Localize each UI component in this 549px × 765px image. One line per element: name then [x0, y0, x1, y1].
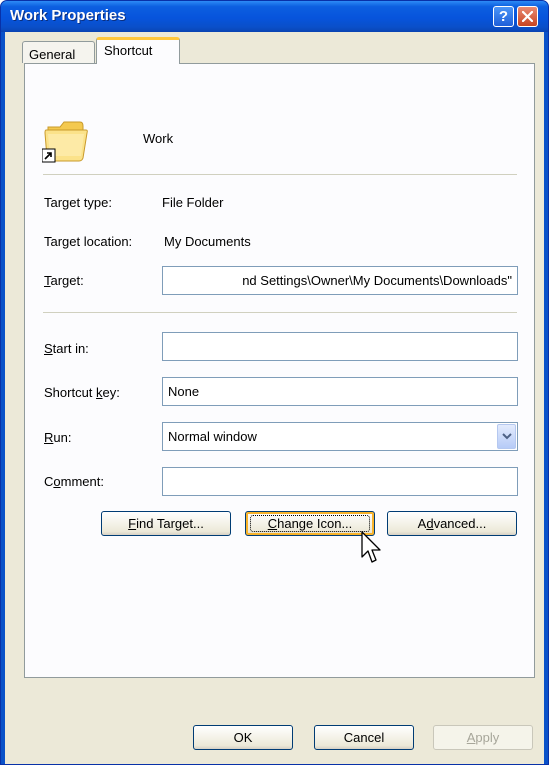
- target-field-value: nd Settings\Owner\My Documents\Downloads…: [242, 273, 512, 288]
- change-icon-label: Change Icon...: [268, 516, 353, 531]
- comment-field[interactable]: [162, 467, 518, 496]
- comment-label: Comment:: [44, 474, 104, 489]
- help-button[interactable]: ?: [493, 6, 514, 27]
- comment-label-prefix: C: [44, 474, 54, 489]
- run-select[interactable]: Normal window: [162, 422, 518, 451]
- help-icon: ?: [498, 8, 509, 25]
- shortcut-key-field[interactable]: None: [162, 377, 518, 406]
- start-in-label-rest: tart in:: [52, 341, 89, 356]
- tab-shortcut-label: Shortcut: [104, 43, 153, 58]
- advanced-button[interactable]: Advanced...: [387, 511, 517, 536]
- shortcut-key-label-prefix: Shortcut: [44, 385, 97, 400]
- find-target-rest: ind Target...: [136, 516, 204, 531]
- mouse-cursor-icon: [361, 531, 381, 563]
- ok-label: OK: [233, 730, 253, 745]
- start-in-field[interactable]: [162, 332, 518, 361]
- separator-2: [43, 312, 517, 313]
- comment-label-key: o: [53, 474, 61, 489]
- shortcut-key-field-value: None: [168, 384, 200, 399]
- run-label-key: R: [44, 430, 54, 445]
- start-in-label-key: S: [44, 341, 53, 356]
- target-type-label: Target type:: [44, 195, 112, 210]
- target-field[interactable]: nd Settings\Owner\My Documents\Downloads…: [162, 266, 518, 295]
- change-icon-key: C: [267, 516, 278, 531]
- ok-button[interactable]: OK: [193, 725, 293, 750]
- cancel-label: Cancel: [343, 730, 385, 745]
- shortcut-key-label-rest: ey:: [102, 385, 120, 400]
- target-location-value: My Documents: [164, 234, 251, 249]
- apply-rest: pply: [475, 730, 500, 745]
- comment-label-rest: mment:: [60, 474, 104, 489]
- run-dropdown-button[interactable]: [497, 424, 516, 449]
- advanced-key: d: [426, 516, 434, 531]
- close-icon: [522, 11, 533, 22]
- cancel-button[interactable]: Cancel: [314, 725, 414, 750]
- window-title: Work Properties: [10, 7, 126, 24]
- tab-general[interactable]: General: [22, 41, 95, 63]
- run-label: Run:: [44, 430, 71, 445]
- change-icon-button[interactable]: Change Icon...: [245, 511, 375, 536]
- advanced-rest: vanced...: [433, 516, 487, 531]
- shortcut-name: Work: [143, 131, 174, 146]
- title-bar[interactable]: Work Properties ?: [1, 1, 548, 32]
- folder-shortcut-icon: [42, 121, 88, 163]
- change-icon-rest: hange Icon...: [277, 516, 353, 531]
- find-target-label: Find Target...: [128, 516, 204, 531]
- shortcut-tab-panel: [24, 63, 535, 678]
- close-button[interactable]: [517, 6, 538, 27]
- tab-shortcut[interactable]: Shortcut: [96, 37, 180, 64]
- separator-1: [43, 174, 517, 175]
- run-select-value: Normal window: [168, 429, 257, 444]
- shortcut-key-label: Shortcut key:: [44, 385, 120, 400]
- find-target-key: F: [128, 516, 137, 531]
- find-target-button[interactable]: Find Target...: [101, 511, 231, 536]
- target-label: Target:: [44, 273, 84, 288]
- run-label-rest: un:: [53, 430, 72, 445]
- target-location-label: Target location:: [44, 234, 133, 249]
- target-label-rest: arget:: [50, 273, 84, 288]
- target-type-value: File Folder: [162, 195, 224, 210]
- tab-general-label: General: [29, 47, 76, 62]
- apply-button[interactable]: Apply: [433, 725, 533, 750]
- apply-label: Apply: [467, 730, 500, 745]
- chevron-down-icon: [501, 433, 512, 440]
- advanced-label: Advanced...: [418, 516, 487, 531]
- start-in-label: Start in:: [44, 341, 89, 356]
